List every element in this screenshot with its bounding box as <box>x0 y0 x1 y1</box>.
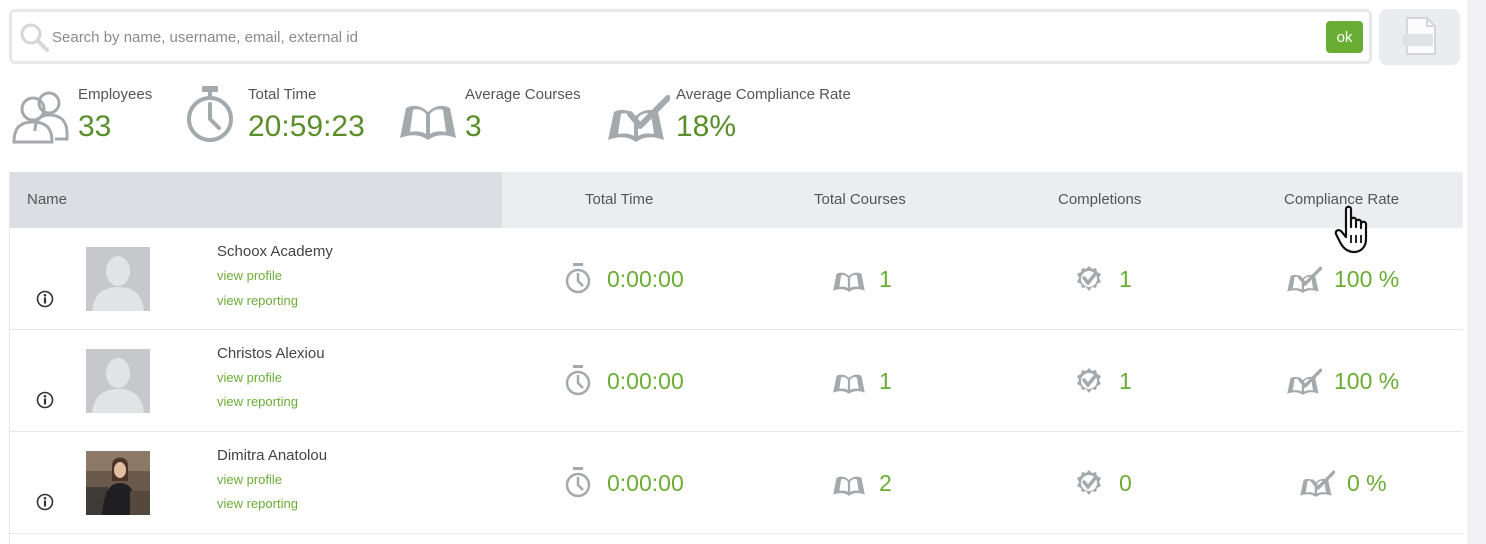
column-header-name[interactable]: Name <box>10 172 502 228</box>
hand-cursor-icon <box>1334 205 1368 254</box>
employee-name: Schoox Academy <box>217 243 333 260</box>
employee-name: Christos Alexiou <box>217 345 325 362</box>
view-profile-link[interactable]: view profile <box>217 472 282 487</box>
completions-value: 1 <box>1119 266 1132 292</box>
stat-label: Total Time <box>248 86 317 103</box>
column-header-label: Name <box>27 191 68 208</box>
search-icon <box>20 23 49 52</box>
total-time-value: 0:00:00 <box>607 470 684 496</box>
search-bar: ok <box>9 9 1372 64</box>
page-scrollbar[interactable] <box>1467 0 1486 544</box>
employee-name: Dimitra Anatolou <box>217 447 328 464</box>
compliance-rate-value: 100 % <box>1334 368 1400 394</box>
stat-label: Average Compliance Rate <box>676 86 851 103</box>
stopwatch-icon <box>565 467 591 498</box>
employees-icon <box>12 91 69 144</box>
stopwatch-icon <box>565 365 591 396</box>
info-icon[interactable] <box>36 493 54 511</box>
view-reporting-link[interactable]: view reporting <box>217 496 298 511</box>
completion-check-icon <box>1077 470 1101 495</box>
total-courses-value: 1 <box>879 266 892 292</box>
info-icon[interactable] <box>36 391 54 409</box>
open-book-icon <box>833 272 865 292</box>
export-file-icon <box>1403 17 1436 55</box>
search-input[interactable] <box>52 24 1312 50</box>
employees-table: Name Total Time Total Courses Completion… <box>9 172 1463 544</box>
open-book-icon <box>400 105 456 140</box>
compliance-rate-value: 100 % <box>1334 266 1400 292</box>
table-header: Name Total Time Total Courses Completion… <box>10 172 1463 228</box>
open-book-icon <box>833 476 865 496</box>
compliance-book-icon <box>1300 470 1335 497</box>
stopwatch-icon <box>187 86 233 142</box>
search-submit-button[interactable]: ok <box>1326 21 1363 53</box>
compliance-rate-value: 0 % <box>1347 470 1387 496</box>
column-header-total-time[interactable]: Total Time <box>585 191 653 208</box>
view-profile-link[interactable]: view profile <box>217 370 282 385</box>
stat-value: 18% <box>676 110 737 143</box>
column-header-total-courses[interactable]: Total Courses <box>814 191 906 208</box>
completion-check-icon <box>1077 266 1101 291</box>
open-book-icon <box>833 374 865 394</box>
compliance-book-icon <box>1287 266 1322 293</box>
stat-label: Average Courses <box>465 86 581 103</box>
default-avatar-icon <box>86 349 150 413</box>
view-reporting-link[interactable]: view reporting <box>217 293 298 308</box>
avatar <box>86 451 150 515</box>
completion-check-icon <box>1077 368 1101 393</box>
default-avatar-icon <box>86 247 150 311</box>
stat-value: 3 <box>465 110 482 143</box>
total-courses-value: 1 <box>879 368 892 394</box>
total-time-value: 0:00:00 <box>607 368 684 394</box>
compliance-book-icon <box>608 95 670 142</box>
column-header-completions[interactable]: Completions <box>1058 191 1141 208</box>
avatar <box>86 247 150 311</box>
total-courses-value: 2 <box>879 470 892 496</box>
export-button[interactable] <box>1379 9 1460 65</box>
user-photo <box>86 451 150 515</box>
table-row: Dimitra Anatolou view profile view repor… <box>10 432 1463 534</box>
completions-value: 0 <box>1119 470 1132 496</box>
avatar <box>86 349 150 413</box>
table-row <box>10 534 1463 544</box>
total-time-value: 0:00:00 <box>607 266 684 292</box>
stat-label: Employees <box>78 86 153 103</box>
compliance-book-icon <box>1287 368 1322 395</box>
stat-value: 20:59:23 <box>248 110 365 143</box>
info-icon[interactable] <box>36 290 54 308</box>
view-profile-link[interactable]: view profile <box>217 268 282 283</box>
completions-value: 1 <box>1119 368 1132 394</box>
stopwatch-icon <box>565 263 591 294</box>
stat-value: 33 <box>78 110 112 143</box>
table-row: Schoox Academy view profile view reporti… <box>10 228 1463 330</box>
view-reporting-link[interactable]: view reporting <box>217 394 298 409</box>
table-row: Christos Alexiou view profile view repor… <box>10 330 1463 432</box>
